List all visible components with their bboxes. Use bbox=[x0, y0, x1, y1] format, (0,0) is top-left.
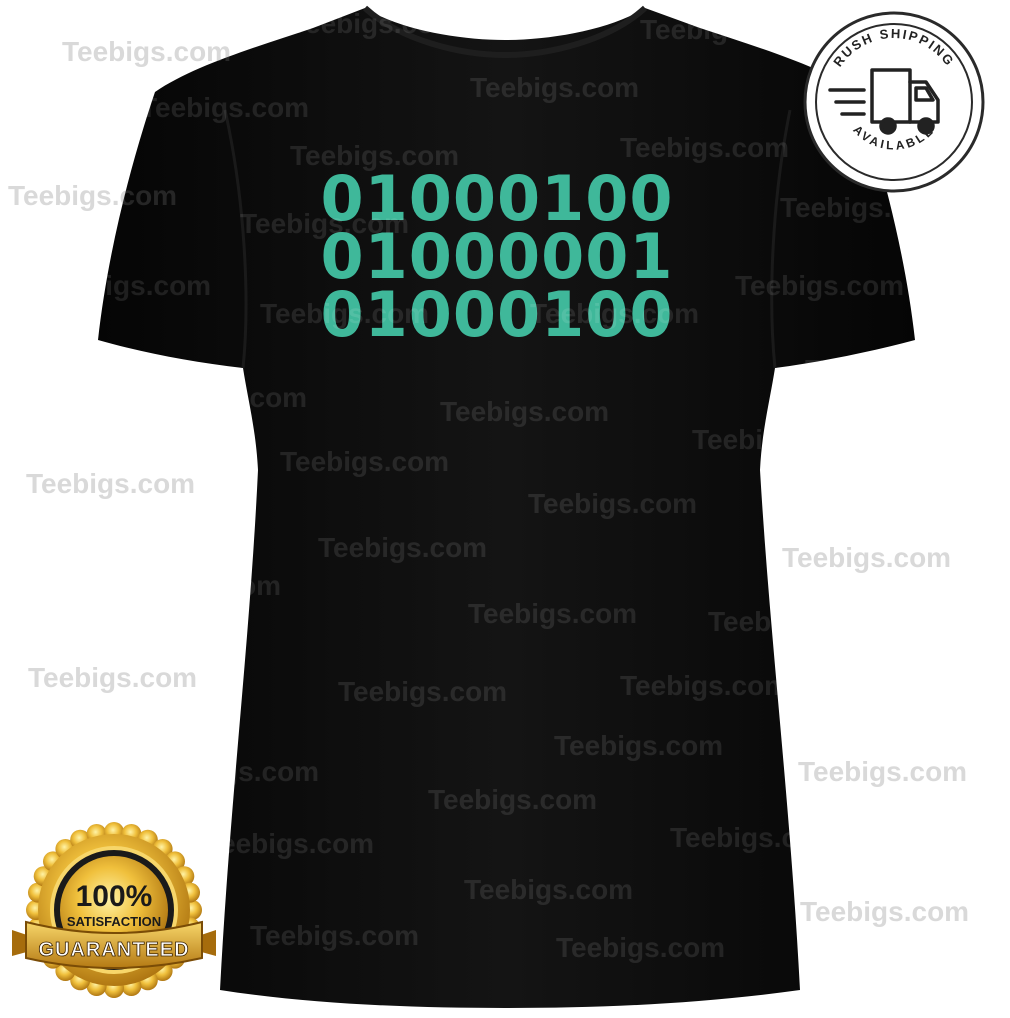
binary-line-3: 01000100 bbox=[320, 278, 674, 351]
seal-guaranteed: GUARANTEED bbox=[38, 939, 189, 961]
satisfaction-guarantee-seal: 100% SATISFACTION GUARANTEED bbox=[12, 822, 216, 998]
seal-satisfaction: SATISFACTION bbox=[67, 914, 161, 929]
rush-shipping-badge: RUSH SHIPPING AVAILABLE bbox=[803, 11, 985, 193]
product-image: 01000100 01000001 01000100 Teebigs.com T… bbox=[0, 0, 1010, 1010]
seal-percent: 100% bbox=[76, 880, 153, 913]
